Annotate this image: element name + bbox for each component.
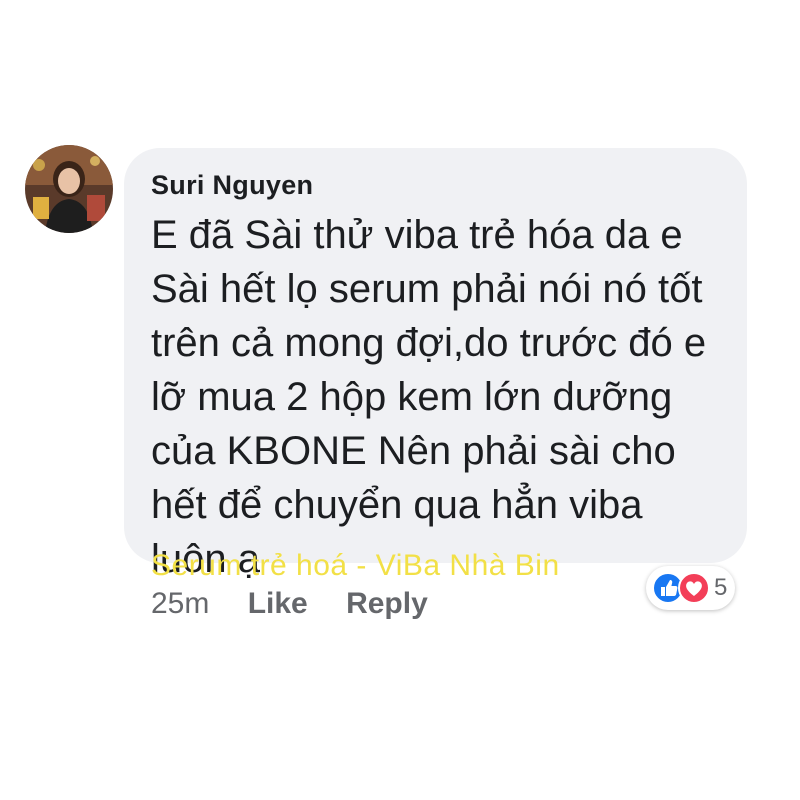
reaction-count: 5 — [714, 574, 728, 601]
avatar-photo-icon — [25, 145, 113, 233]
love-icon — [678, 572, 710, 604]
comment-line: hết để chuyển qua hẳn viba — [151, 483, 643, 527]
watermark-text: Serum trẻ hoá - ViBa Nhà Bin — [151, 549, 560, 582]
comment-line: Sài hết lọ serum phải nói nó tốt — [151, 267, 703, 311]
comment-actions: 25m Like Reply — [151, 587, 428, 621]
comment-line: của KBONE Nên phải sài cho — [151, 429, 676, 473]
comment-line: E đã Sài thử viba trẻ hóa da e — [151, 213, 683, 257]
reply-button[interactable]: Reply — [346, 587, 428, 620]
avatar[interactable] — [25, 145, 113, 233]
comment-line: trên cả mong đợi,do trước đó e — [151, 321, 707, 365]
like-button[interactable]: Like — [248, 587, 308, 620]
comment-timestamp[interactable]: 25m — [151, 587, 209, 620]
comment-line: lỡ mua 2 hộp kem lớn dưỡng — [151, 375, 673, 419]
comment-text: E đã Sài thử viba trẻ hóa da e Sài hết l… — [151, 208, 731, 586]
comment-author-name[interactable]: Suri Nguyen — [151, 170, 313, 201]
reaction-summary[interactable]: 5 — [646, 566, 736, 610]
comment-screenshot: Suri Nguyen E đã Sài thử viba trẻ hóa da… — [0, 0, 800, 800]
